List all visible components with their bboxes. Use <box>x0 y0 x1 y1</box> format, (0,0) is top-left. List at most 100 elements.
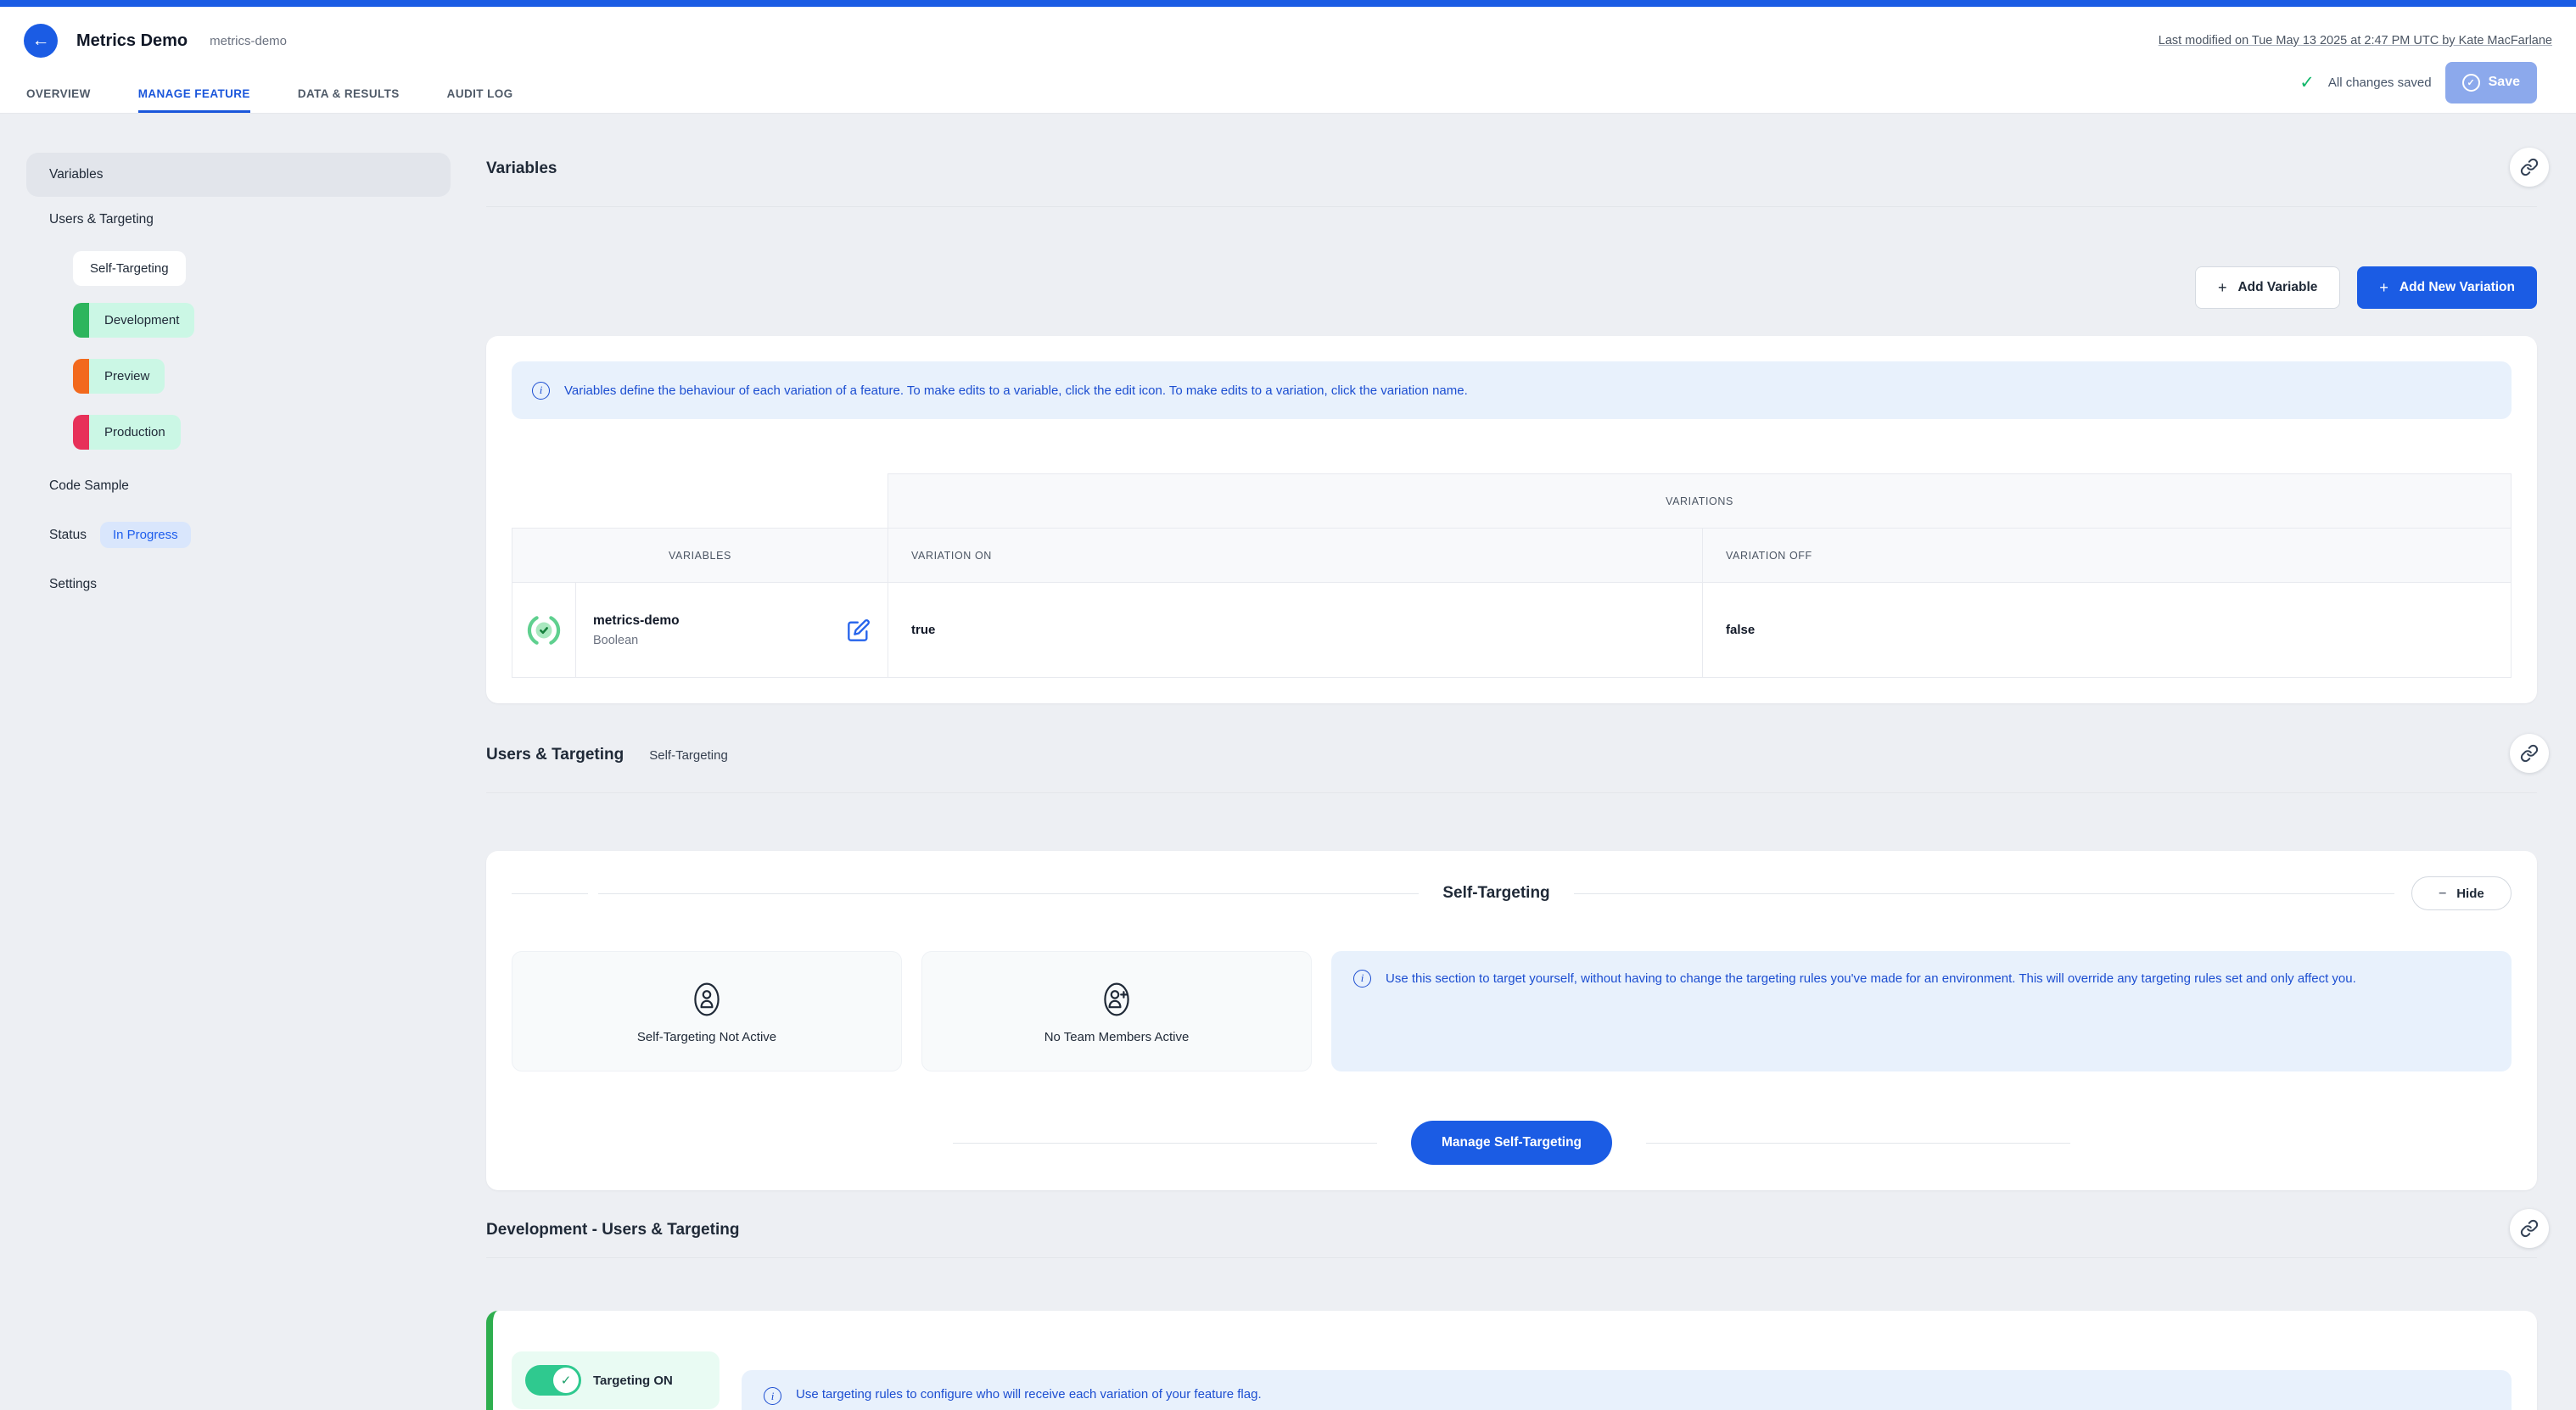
arrow-left-icon: ← <box>32 31 50 51</box>
env-label: Preview <box>89 359 165 394</box>
env-color-bar <box>73 359 89 394</box>
sidebar-item-self-targeting[interactable]: Self-Targeting <box>73 251 186 286</box>
env-label: Development <box>89 303 194 338</box>
self-targeting-status-blocks: Self-Targeting Not Active No Team Member… <box>512 951 2512 1071</box>
tab-manage-feature[interactable]: MANAGE FEATURE <box>138 75 250 113</box>
users-targeting-section-title: Users & Targeting <box>486 739 624 770</box>
sidebar-item-variables[interactable]: Variables <box>26 153 451 197</box>
variable-name-cell: metrics-demo Boolean <box>576 583 888 678</box>
variables-actions: + Add Variable + Add New Variation <box>486 266 2537 309</box>
plus-icon: + <box>2379 279 2388 297</box>
variables-card: i Variables define the behaviour of each… <box>486 336 2537 703</box>
page-title: Metrics Demo <box>76 31 188 51</box>
development-targeting-card: ✓ Targeting ON i Use targeting rules to … <box>486 1311 2537 1410</box>
sidebar-item-status[interactable]: Status In Progress <box>26 518 451 552</box>
users-targeting-link-button[interactable] <box>2510 734 2549 773</box>
check-icon: ✓ <box>2299 72 2315 93</box>
info-icon: i <box>764 1387 781 1405</box>
team-members-status-card: No Team Members Active <box>921 951 1312 1071</box>
targeting-info-text: Use targeting rules to configure who wil… <box>796 1387 1262 1402</box>
table-corner-blank <box>512 474 888 529</box>
variables-section-header: Variables <box>486 153 2537 207</box>
variables-section-link-button[interactable] <box>2510 148 2549 187</box>
self-targeting-info-banner: i Use this section to target yourself, w… <box>1331 951 2512 1071</box>
variables-info-text: Variables define the behaviour of each v… <box>564 383 1468 398</box>
app-header: ← Metrics Demo metrics-demo Last modifie… <box>0 7 2576 75</box>
tab-data-results[interactable]: DATA & RESULTS <box>298 75 400 113</box>
brand-accent-bar <box>0 0 2576 7</box>
divider <box>512 893 588 894</box>
sidebar-item-env-preview[interactable]: Preview <box>73 359 165 394</box>
users-targeting-section-subtitle: Self-Targeting <box>649 748 728 763</box>
env-label: Production <box>89 415 181 450</box>
section-nav-sidebar: Variables Users & Targeting Self-Targeti… <box>26 153 451 597</box>
page-body: Variables Users & Targeting Self-Targeti… <box>0 114 2576 1410</box>
sidebar-item-code-sample[interactable]: Code Sample <box>26 473 451 499</box>
development-section-header: Development - Users & Targeting <box>486 1214 2537 1258</box>
tab-overview[interactable]: OVERVIEW <box>26 75 91 113</box>
status-label: Status <box>49 528 87 543</box>
variables-table: VARIATIONS VARIABLES VARIATION ON VARIAT… <box>512 473 2512 678</box>
add-variable-label: Add Variable <box>2237 280 2317 295</box>
add-new-variation-label: Add New Variation <box>2400 280 2515 295</box>
link-icon <box>2520 158 2539 176</box>
divider <box>1574 893 2394 894</box>
tab-audit-log[interactable]: AUDIT LOG <box>447 75 513 113</box>
add-new-variation-button[interactable]: + Add New Variation <box>2357 266 2537 309</box>
tab-bar: OVERVIEW MANAGE FEATURE DATA & RESULTS A… <box>0 75 2576 114</box>
status-badge[interactable]: In Progress <box>100 522 191 548</box>
info-icon: i <box>1353 970 1371 988</box>
variable-table-row: metrics-demo Boolean <box>512 583 2512 678</box>
development-link-button[interactable] <box>2510 1209 2549 1248</box>
sidebar-item-users-targeting[interactable]: Users & Targeting <box>26 207 451 232</box>
env-color-bar <box>73 303 89 338</box>
divider <box>598 893 1419 894</box>
self-targeting-status-card: Self-Targeting Not Active <box>512 951 902 1071</box>
self-targeting-title-row: Self-Targeting – Hide <box>512 876 2512 910</box>
variation-on-column-header: VARIATION ON <box>888 529 1703 583</box>
development-section-title: Development - Users & Targeting <box>486 1214 739 1245</box>
add-variable-button[interactable]: + Add Variable <box>2195 266 2340 309</box>
variation-off-value: false <box>1703 583 2512 678</box>
divider <box>953 1143 1377 1144</box>
info-icon: i <box>532 382 550 400</box>
last-modified-link[interactable]: Last modified on Tue May 13 2025 at 2:47… <box>2159 34 2552 48</box>
env-color-bar <box>73 415 89 450</box>
user-circle-icon <box>686 979 727 1020</box>
main-content: Variables + Add Variable + Add New Varia… <box>486 114 2537 1410</box>
variation-off-column-header: VARIATION OFF <box>1703 529 2512 583</box>
divider <box>1646 1143 2070 1144</box>
save-status-text: All changes saved <box>2328 76 2432 90</box>
team-members-status-text: No Team Members Active <box>1044 1030 1190 1044</box>
back-button[interactable]: ← <box>24 24 58 58</box>
save-button-label: Save <box>2489 75 2520 90</box>
targeting-status-box: ✓ Targeting ON <box>512 1351 720 1409</box>
users-targeting-section-header: Users & Targeting Self-Targeting <box>486 739 2537 793</box>
link-icon <box>2520 744 2539 763</box>
variables-info-banner: i Variables define the behaviour of each… <box>512 361 2512 419</box>
sidebar-item-env-development[interactable]: Development <box>73 303 194 338</box>
variations-group-header: VARIATIONS <box>888 474 2512 529</box>
manage-self-targeting-row: Manage Self-Targeting <box>512 1121 2512 1165</box>
hide-button[interactable]: – Hide <box>2411 876 2512 910</box>
sidebar-item-settings[interactable]: Settings <box>26 572 451 597</box>
self-targeting-panel-title: Self-Targeting <box>1442 884 1549 903</box>
save-status-bar: ✓ All changes saved ✓ Save <box>2299 61 2537 104</box>
targeting-toggle[interactable]: ✓ <box>525 1365 581 1396</box>
variables-column-header: VARIABLES <box>512 529 888 583</box>
boolean-variable-icon <box>512 613 575 648</box>
sidebar-item-env-production[interactable]: Production <box>73 415 181 450</box>
feature-key: metrics-demo <box>210 34 287 48</box>
targeting-status-label: Targeting ON <box>593 1374 673 1388</box>
manage-self-targeting-button[interactable]: Manage Self-Targeting <box>1411 1121 1612 1165</box>
variable-type-icon-cell <box>512 583 576 678</box>
edit-pencil-icon <box>847 618 871 642</box>
variable-name: metrics-demo <box>593 613 680 629</box>
save-button[interactable]: ✓ Save <box>2445 62 2537 104</box>
user-plus-circle-icon <box>1096 979 1137 1020</box>
self-targeting-info-text: Use this section to target yourself, wit… <box>1386 970 2356 988</box>
edit-variable-button[interactable] <box>847 618 871 642</box>
plus-icon: + <box>2218 279 2227 297</box>
link-icon <box>2520 1219 2539 1238</box>
targeting-info-banner: i Use targeting rules to configure who w… <box>742 1370 2512 1410</box>
